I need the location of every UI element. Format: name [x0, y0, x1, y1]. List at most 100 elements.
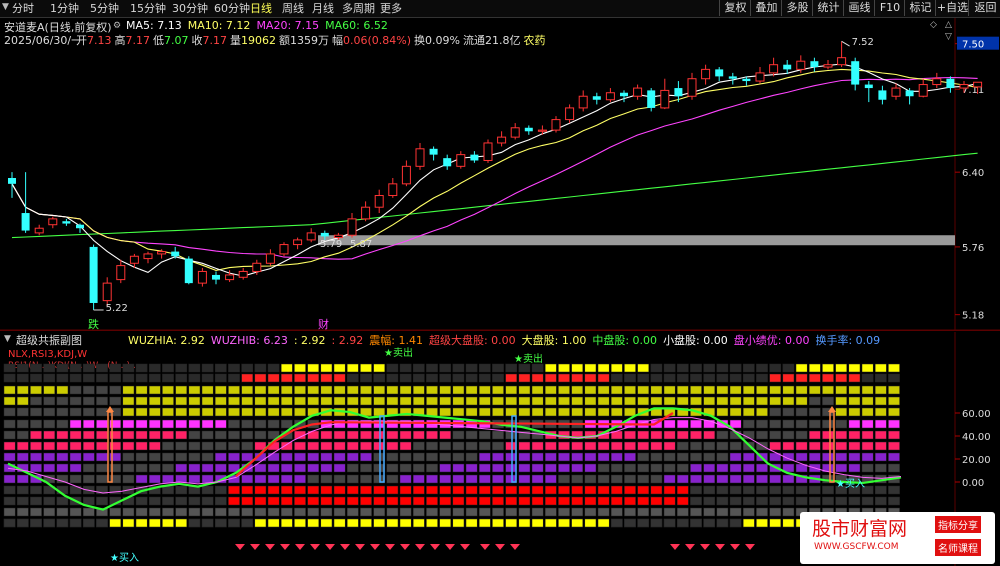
toolbar-button-4[interactable]: 画线	[843, 0, 875, 16]
tab-3[interactable]: 15分钟	[130, 1, 166, 16]
candle[interactable]	[878, 85, 887, 105]
candle[interactable]	[171, 246, 180, 259]
candle[interactable]	[347, 213, 357, 238]
candle[interactable]	[48, 216, 58, 229]
candle[interactable]	[361, 201, 371, 222]
candle[interactable]	[578, 90, 588, 112]
chevron-down-icon[interactable]: ▼	[2, 2, 9, 12]
candle[interactable]	[34, 224, 44, 236]
tab-2[interactable]: 5分钟	[90, 1, 119, 16]
candle[interactable]	[905, 88, 914, 105]
candle[interactable]	[429, 146, 438, 161]
candle[interactable]	[891, 83, 901, 100]
heat-cell	[822, 452, 834, 462]
candle[interactable]	[306, 228, 316, 243]
tab-1[interactable]: 1分钟	[50, 1, 79, 16]
candle[interactable]	[401, 160, 411, 187]
candle[interactable]	[62, 218, 71, 226]
heat-cell	[518, 507, 531, 517]
candle[interactable]	[456, 151, 466, 169]
candle[interactable]	[823, 60, 833, 70]
candle[interactable]	[197, 267, 207, 287]
heat-cell	[69, 373, 82, 383]
candle[interactable]	[851, 57, 860, 91]
candle[interactable]	[660, 78, 670, 110]
heat-cell	[571, 441, 584, 451]
toolbar-button-7[interactable]: +自选	[935, 0, 969, 16]
candle[interactable]	[443, 154, 452, 170]
candle[interactable]	[687, 72, 697, 100]
candle[interactable]	[116, 259, 126, 284]
candle[interactable]	[864, 81, 873, 103]
candle[interactable]	[388, 178, 398, 198]
tab-6[interactable]: 日线	[250, 1, 272, 16]
candle[interactable]	[483, 139, 493, 163]
candle-body	[116, 265, 126, 281]
tab-5[interactable]: 60分钟	[214, 1, 250, 16]
heat-cell	[82, 373, 95, 383]
toolbar-button-6[interactable]: 标记	[904, 0, 936, 16]
heat-cell	[162, 396, 174, 406]
heat-cell	[346, 452, 359, 462]
candle[interactable]	[102, 277, 112, 307]
tab-4[interactable]: 30分钟	[172, 1, 208, 16]
candle[interactable]	[783, 60, 792, 75]
candle[interactable]	[212, 271, 220, 285]
heat-cell	[307, 385, 320, 395]
candle[interactable]	[415, 142, 425, 170]
candle[interactable]	[755, 67, 765, 84]
candlestick-chart[interactable]: 7.507.116.405.765.187.525.225.79 5.87跌财	[0, 18, 1000, 330]
candle[interactable]	[810, 57, 819, 72]
candle[interactable]	[524, 125, 533, 135]
tab-7[interactable]: 周线	[282, 1, 304, 16]
candle[interactable]	[470, 151, 479, 163]
tab-10[interactable]: 更多	[380, 1, 402, 16]
candle[interactable]	[76, 223, 84, 233]
heat-cell	[162, 373, 174, 383]
candle[interactable]	[143, 251, 153, 264]
candle[interactable]	[89, 244, 98, 310]
toolbar-button-3[interactable]: 统计	[812, 0, 844, 16]
candle[interactable]	[374, 189, 384, 214]
candle[interactable]	[932, 72, 942, 89]
heat-cell	[795, 363, 808, 373]
candle[interactable]	[293, 237, 303, 250]
candle-body	[537, 129, 547, 132]
heat-cell	[360, 474, 372, 484]
heat-cell	[742, 463, 755, 473]
tab-8[interactable]: 月线	[312, 1, 334, 16]
candle[interactable]	[279, 242, 289, 257]
tab-0[interactable]: 分时	[12, 1, 34, 16]
candle[interactable]	[837, 41, 847, 68]
gem-marker	[495, 544, 505, 550]
candle[interactable]	[551, 116, 561, 133]
heat-cell	[16, 407, 29, 417]
candle[interactable]	[238, 267, 248, 280]
toolbar-button-2[interactable]: 多股	[781, 0, 813, 16]
candle[interactable]	[497, 131, 507, 147]
toolbar-button-5[interactable]: F10	[874, 0, 905, 16]
heat-cell	[294, 407, 306, 417]
heat-cell	[584, 363, 597, 373]
tab-9[interactable]: 多周期	[342, 1, 375, 16]
toolbar-button-8[interactable]: 返回	[968, 0, 1000, 16]
heat-cell-bottom	[148, 518, 161, 528]
candle[interactable]	[565, 104, 575, 124]
toolbar-button-1[interactable]: 叠加	[750, 0, 782, 16]
candle[interactable]	[946, 76, 955, 93]
candle[interactable]	[8, 172, 16, 198]
heat-cell-bottom	[439, 518, 452, 528]
candle[interactable]	[592, 92, 601, 105]
candle[interactable]	[620, 90, 628, 103]
candle[interactable]	[265, 249, 275, 266]
candle[interactable]	[701, 64, 711, 85]
candle[interactable]	[633, 84, 643, 100]
candle[interactable]	[918, 78, 928, 98]
toolbar-button-0[interactable]: 复权	[719, 0, 751, 16]
candle[interactable]	[184, 256, 193, 285]
heat-cell	[96, 419, 108, 429]
candle[interactable]	[605, 88, 615, 103]
candle[interactable]	[715, 67, 724, 82]
candle[interactable]	[510, 123, 520, 140]
candle[interactable]	[769, 57, 779, 77]
